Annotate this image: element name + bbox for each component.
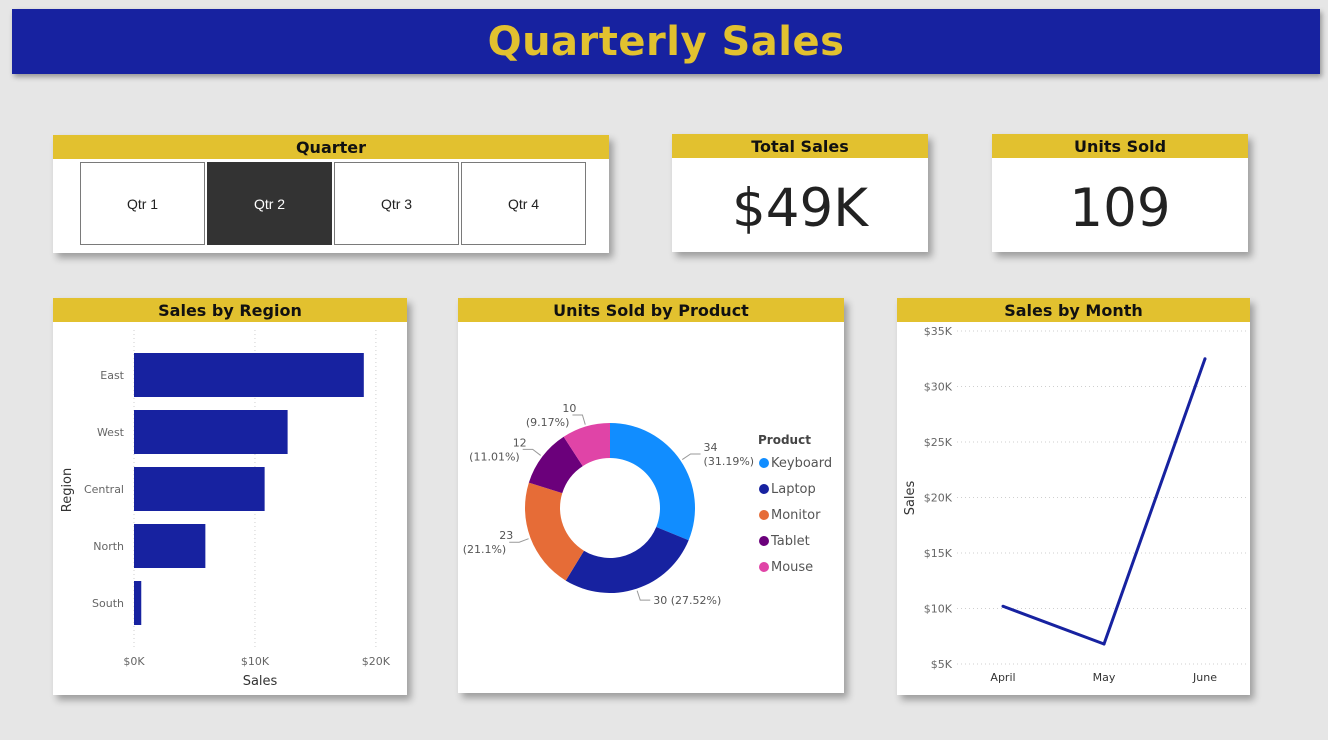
page-title: Quarterly Sales [487,18,845,65]
region-category-label: West [97,426,125,439]
month-y-tick-label: $20K [924,492,953,505]
total-sales-title: Total Sales [672,134,928,158]
product-data-label: 34 [704,441,718,454]
product-legend-label: Laptop [771,482,816,497]
product-legend-marker [759,510,769,520]
product-label-leader [681,453,701,460]
region-bar [134,467,265,511]
quarter-button-qtr3[interactable]: Qtr 3 [334,162,459,245]
units-by-product-chart: Units Sold by Product 34 (31.19%) 30 (27.5… [458,298,844,693]
units-sold-title: Units Sold [992,134,1248,158]
month-x-tick-label: May [1093,671,1116,684]
product-label-leader [636,590,651,601]
month-line-chart-svg: $5K $10K $15K $20K $25K $30K $35K April May June S… [903,325,1247,684]
month-sales-line [1002,358,1207,646]
product-chart-title: Units Sold by Product [458,298,844,322]
region-x-axis-title: Sales [243,674,278,689]
region-x-tick-label: $10K [241,655,270,668]
product-label-leader [572,414,586,425]
product-data-label: 12 [513,436,527,449]
region-category-label: South [92,597,124,610]
dashboard-title-bar: Quarterly Sales [12,9,1320,74]
quarter-button-qtr2[interactable]: Qtr 2 [207,162,332,245]
product-data-label-pct: (31.19%) [704,455,755,468]
region-bar-chart-svg: $0K $10K $20K East West Central North South Sale… [60,330,391,689]
month-y-tick-label: $30K [924,381,953,394]
product-data-label-pct: (11.01%) [469,450,520,463]
region-y-axis-title: Region [60,468,75,513]
region-category-label: East [100,369,124,382]
product-data-label-pct: (9.17%) [526,416,570,429]
product-label-leader [522,448,541,456]
product-data-label: 23 [499,529,513,542]
product-donut-chart-svg: 34(31.19%) 30 (27.52%) 23(21.1%) 12(11.01%)… [463,402,832,607]
product-donut-slice [565,526,689,593]
quarter-button-qtr4[interactable]: Qtr 4 [461,162,586,245]
region-category-label: North [93,540,124,553]
month-y-tick-label: $25K [924,436,953,449]
month-y-tick-label: $5K [931,658,953,671]
quarter-slicer: Quarter Qtr 1 Qtr 2 Qtr 3 Qtr 4 [53,135,609,253]
units-sold-card: Units Sold 109 [992,134,1248,252]
month-y-axis-title: Sales [903,480,918,515]
product-donut-slice [610,423,695,541]
slicer-title: Quarter [53,135,609,159]
month-y-tick-label: $35K [924,325,953,338]
slicer-buttons: Qtr 1 Qtr 2 Qtr 3 Qtr 4 [80,162,588,245]
region-bar [134,524,206,568]
product-data-label: 30 (27.52%) [653,594,721,607]
total-sales-value: $49K [732,178,868,239]
product-legend-marker [759,562,769,572]
region-x-tick-label: $20K [362,655,391,668]
month-y-tick-label: $10K [924,603,953,616]
month-x-tick-label: June [1192,671,1217,684]
month-data-point [1001,604,1005,608]
region-x-tick-label: $0K [123,655,145,668]
region-bar [134,353,364,397]
month-y-tick-label: $15K [924,547,953,560]
product-data-label-pct: (21.1%) [463,543,507,556]
region-bar [134,410,288,454]
quarter-button-qtr1[interactable]: Qtr 1 [80,162,205,245]
month-x-tick-label: April [990,671,1015,684]
region-category-label: Central [84,483,124,496]
region-chart-title: Sales by Region [53,298,407,322]
units-sold-value: 109 [1069,178,1171,239]
month-data-point [1102,642,1106,646]
product-legend-label: Monitor [771,508,821,523]
month-data-point [1203,357,1207,361]
sales-by-month-chart: Sales by Month $5K $10K $15K $20K $25K $30K $3… [897,298,1250,695]
product-legend-marker [759,458,769,468]
product-legend-marker [759,536,769,546]
total-sales-card: Total Sales $49K [672,134,928,252]
product-legend-label: Keyboard [771,456,832,471]
product-legend-title: Product [758,433,811,447]
product-legend-label: Tablet [770,534,810,549]
product-legend-marker [759,484,769,494]
product-legend-label: Mouse [771,560,813,575]
product-data-label: 10 [562,402,576,415]
region-bar [134,581,142,625]
month-chart-title: Sales by Month [897,298,1250,322]
sales-by-region-chart: Sales by Region $0K $10K $20K East West Centr… [53,298,407,695]
